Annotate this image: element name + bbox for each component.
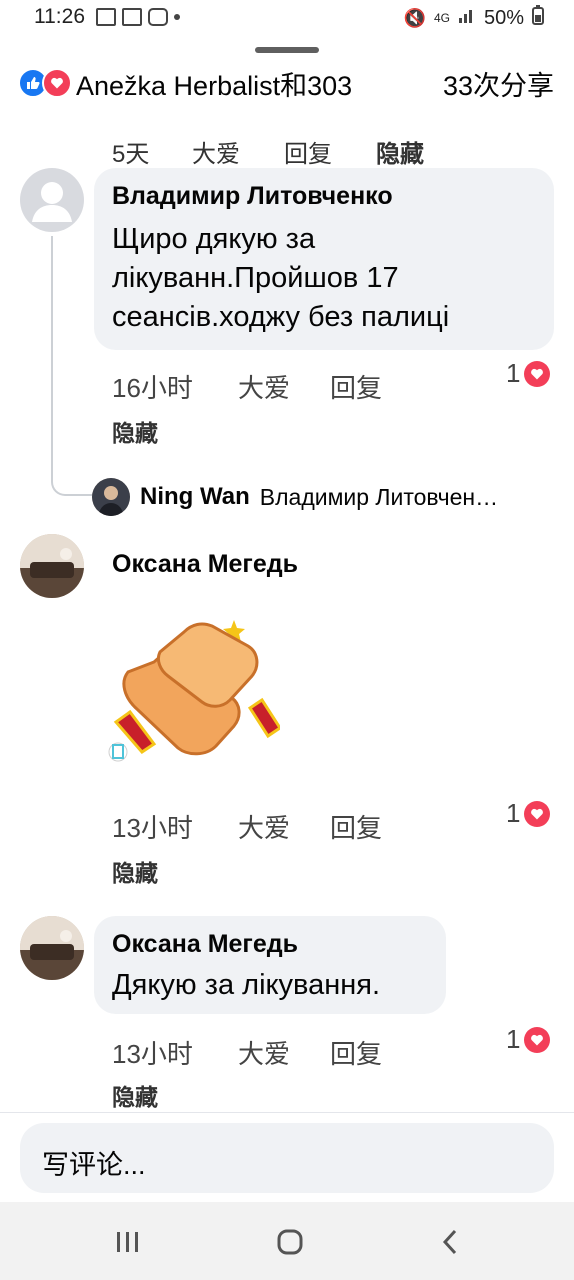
profile-photo: [20, 534, 84, 598]
comment-author[interactable]: Владимир Литовченко: [112, 182, 393, 211]
network-type: 4G: [433, 11, 450, 25]
drag-handle[interactable]: [255, 47, 319, 53]
status-bar: 11:26 🔇 4G 50%: [0, 0, 574, 34]
home-button[interactable]: [270, 1224, 310, 1260]
hide-button[interactable]: 隐藏: [112, 1078, 158, 1112]
system-navigation-bar: [0, 1202, 574, 1280]
clock: 11:26: [34, 5, 85, 28]
reply-button[interactable]: 回复: [330, 808, 382, 845]
like-button[interactable]: 大爱: [238, 368, 290, 405]
comment-bubble[interactable]: Владимир Литовченко Щиро дякую за лікува…: [94, 168, 554, 350]
avatar[interactable]: [20, 534, 84, 598]
more-notifications-icon: [174, 14, 180, 20]
comment-bubble[interactable]: Оксана Мегедь Дякую за лікування.: [94, 916, 446, 1014]
comment-text: Щиро дякую за лікуванн.Пройшов 17 сеансі…: [112, 223, 450, 333]
reply-author: Ning Wan: [140, 483, 250, 510]
profile-photo: [20, 916, 84, 980]
love-reaction-icon: [524, 1026, 551, 1053]
signal-icon: [458, 6, 476, 30]
thread-line: [51, 236, 97, 496]
reply-preview[interactable]: Ning Wan Владимир Литовчен…: [92, 478, 498, 516]
recent-apps-button[interactable]: [108, 1224, 148, 1260]
reaction-count[interactable]: 1: [506, 798, 551, 829]
default-profile-icon: [32, 182, 72, 222]
cutoff-like[interactable]: 大爱: [192, 134, 240, 169]
cutoff-hide[interactable]: 隐藏: [376, 134, 424, 169]
reaction-icons[interactable]: [18, 68, 72, 98]
youtube-icon: [148, 8, 168, 26]
home-icon: [277, 1229, 303, 1255]
comment-input[interactable]: 写评论...: [20, 1123, 554, 1193]
battery-percent: 50%: [483, 6, 524, 29]
battery-icon: [532, 5, 544, 31]
reply-button[interactable]: 回复: [330, 1034, 382, 1071]
reply-text: Владимир Литовчен…: [259, 483, 499, 510]
mute-icon: 🔇: [403, 7, 426, 28]
hide-button[interactable]: 隐藏: [112, 414, 158, 448]
comment-text: Дякую за лікування.: [112, 969, 381, 1001]
share-count[interactable]: 33次分享: [443, 64, 554, 103]
back-icon: [442, 1229, 457, 1255]
reply-button[interactable]: 回复: [330, 368, 382, 405]
temu-icon: [122, 8, 142, 26]
comment-author[interactable]: Оксана Мегедь: [112, 550, 298, 579]
cutoff-time: 5天: [112, 141, 150, 168]
comment-time: 16小时: [112, 373, 193, 403]
clapping-hands-sticker[interactable]: [100, 612, 283, 787]
reaction-count-number: 1: [506, 798, 521, 828]
reaction-count-number: 1: [506, 358, 521, 388]
comment-input-placeholder: 写评论...: [42, 1150, 146, 1180]
recent-apps-icon: [117, 1232, 138, 1252]
avatar[interactable]: [20, 168, 84, 232]
back-button[interactable]: [430, 1224, 470, 1260]
like-button[interactable]: 大爱: [238, 1034, 290, 1071]
comments-sheet-header: Anežka Herbalist和303 33次分享 5天 大爱 回复 隐藏: [0, 34, 574, 168]
reply-avatar: [92, 478, 130, 516]
love-reaction-icon: [524, 360, 551, 387]
cutoff-reply[interactable]: 回复: [284, 134, 332, 169]
hide-button[interactable]: 隐藏: [112, 854, 158, 888]
love-reaction-icon: [524, 800, 551, 827]
gallery-icon: [96, 8, 116, 26]
notification-icons: [96, 8, 180, 26]
avatar[interactable]: [20, 916, 84, 980]
comment-composer: 写评论...: [0, 1112, 574, 1203]
reaction-summary[interactable]: Anežka Herbalist和303: [76, 64, 352, 103]
reaction-count-number: 1: [506, 1024, 521, 1054]
system-icons: 🔇 4G 50%: [404, 5, 544, 31]
comment-time: 13小时: [112, 1039, 193, 1069]
love-reaction-icon: [42, 68, 72, 98]
reaction-count[interactable]: 1: [506, 358, 551, 389]
like-button[interactable]: 大爱: [238, 808, 290, 845]
comment-time: 13小时: [112, 813, 193, 843]
comment-author[interactable]: Оксана Мегедь: [112, 930, 298, 959]
reaction-count[interactable]: 1: [506, 1024, 551, 1055]
